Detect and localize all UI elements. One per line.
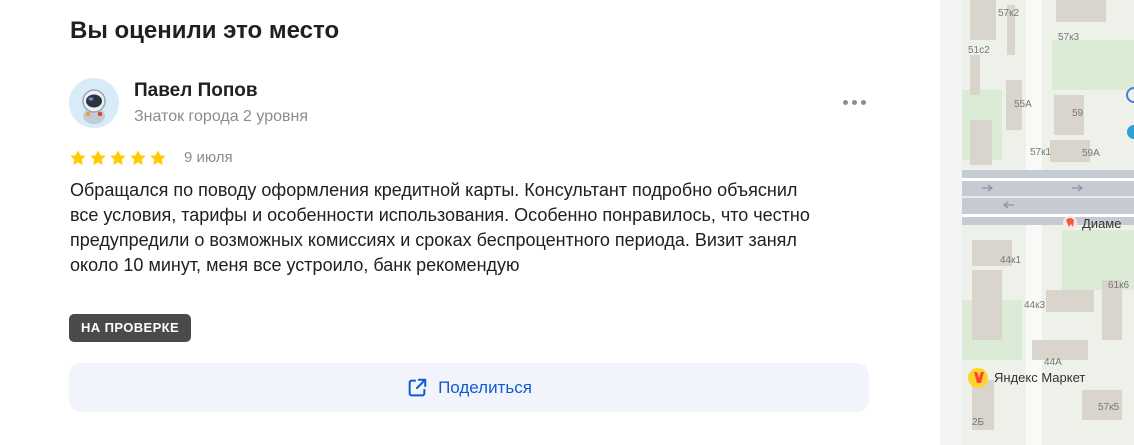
share-label: Поделиться — [438, 377, 532, 397]
star-icon — [130, 150, 146, 165]
section-title: Вы оценили это место — [70, 17, 340, 44]
map-label: 51с2 — [968, 45, 990, 56]
rating-stars — [69, 149, 167, 167]
star-icon — [150, 150, 166, 165]
map-label: 2Б — [972, 417, 985, 428]
review-date: 9 июля — [184, 149, 233, 166]
map-canvas: 57к2 51с2 57к3 55А 59 57к1 59А Диаме 44к… — [962, 0, 1134, 445]
map-label: 61к6 — [1108, 280, 1129, 291]
status-badge: НА ПРОВЕРКЕ — [69, 314, 192, 342]
map-label: 55А — [1014, 99, 1032, 110]
map-label: 44к3 — [1024, 300, 1045, 311]
map-label: 59 — [1072, 108, 1084, 119]
map-label: 59А — [1082, 148, 1100, 159]
share-button[interactable]: Поделиться — [69, 363, 869, 412]
more-dot — [851, 99, 857, 105]
star-icon — [70, 150, 86, 165]
author-name[interactable]: Павел Попов — [134, 80, 258, 102]
map-poi-label[interactable]: Яндекс Маркет — [994, 370, 1085, 385]
map-label: 44к1 — [1000, 255, 1021, 266]
share-icon — [408, 378, 427, 396]
map-poi-label[interactable]: Диаме — [1082, 216, 1121, 231]
map-label: 57к3 — [1058, 32, 1079, 43]
map[interactable]: 57к2 51с2 57к3 55А 59 57к1 59А Диаме 44к… — [962, 0, 1134, 445]
map-label: 57к5 — [1098, 402, 1119, 413]
author-level: Знаток города 2 уровня — [134, 108, 309, 125]
map-label: 57к1 — [1030, 147, 1051, 158]
panel-divider — [940, 0, 962, 445]
more-dot — [860, 99, 866, 105]
more-options-button[interactable] — [838, 89, 870, 115]
map-label: 57к2 — [998, 8, 1019, 19]
more-horizontal-icon — [842, 99, 848, 105]
map-label: 44А — [1044, 357, 1062, 368]
star-icon — [90, 150, 106, 165]
review-panel: Вы оценили это место Павел Попов Знаток … — [0, 0, 940, 445]
review-text: Обращался по поводу оформления кредитной… — [70, 180, 810, 275]
avatar[interactable] — [69, 78, 119, 128]
astronaut-avatar-icon — [69, 78, 119, 128]
star-icon — [110, 150, 126, 165]
